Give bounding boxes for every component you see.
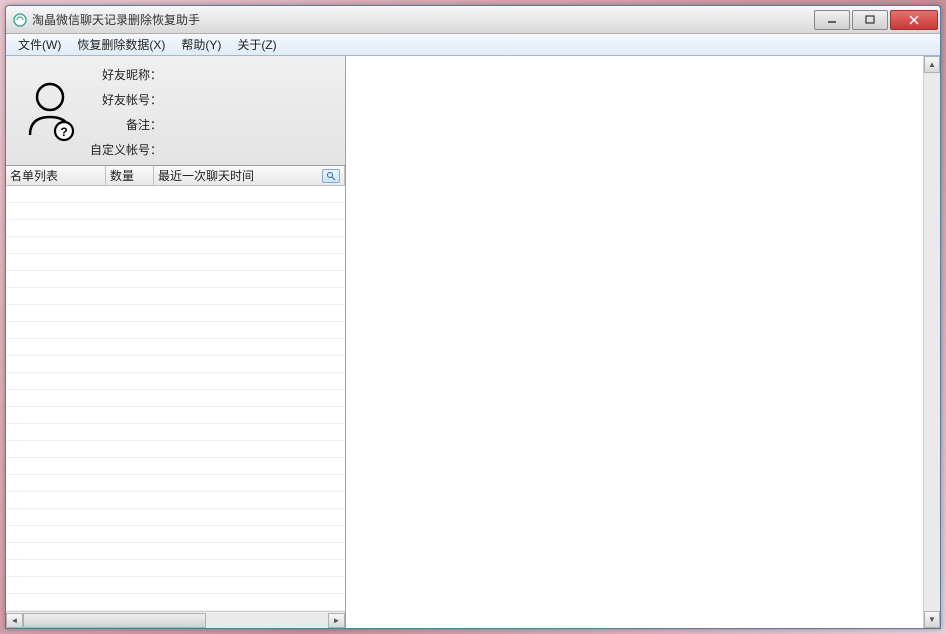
custom-account-label: 自定义帐号：	[90, 141, 162, 158]
horizontal-scrollbar[interactable]: ◄ ►	[6, 611, 345, 628]
menu-file[interactable]: 文件(W)	[10, 34, 69, 55]
vertical-scrollbar[interactable]: ▲ ▼	[923, 56, 940, 628]
table-row	[6, 475, 345, 492]
table-row	[6, 560, 345, 577]
info-fields: 好友昵称： 好友帐号： 备注： 自定义帐号：	[90, 64, 341, 157]
table-row	[6, 220, 345, 237]
titlebar: 淘晶微信聊天记录删除恢复助手	[6, 6, 940, 34]
table-row	[6, 407, 345, 424]
table-row	[6, 543, 345, 560]
info-nickname: 好友昵称：	[90, 66, 341, 83]
table-row	[6, 186, 345, 203]
window-title: 淘晶微信聊天记录删除恢复助手	[32, 11, 812, 28]
table-row	[6, 203, 345, 220]
maximize-button[interactable]	[852, 10, 888, 30]
scroll-track[interactable]	[924, 73, 940, 611]
scroll-right-button[interactable]: ►	[328, 613, 345, 628]
table-row	[6, 322, 345, 339]
table-row	[6, 492, 345, 509]
table-row	[6, 390, 345, 407]
column-name-list[interactable]: 名单列表	[6, 166, 106, 185]
table-body[interactable]	[6, 186, 345, 611]
table-row	[6, 356, 345, 373]
table-row	[6, 288, 345, 305]
account-label: 好友帐号：	[90, 91, 162, 108]
avatar: ?	[10, 64, 90, 157]
table-row	[6, 373, 345, 390]
table-row	[6, 339, 345, 356]
table-row	[6, 424, 345, 441]
table-row	[6, 237, 345, 254]
scroll-up-button[interactable]: ▲	[924, 56, 940, 73]
chat-content-area	[346, 56, 923, 628]
left-panel: ? 好友昵称： 好友帐号： 备注：	[6, 56, 346, 628]
app-window: 淘晶微信聊天记录删除恢复助手 文件(W) 恢复删除数据(X) 帮助(Y) 关于(…	[5, 5, 941, 629]
menu-help[interactable]: 帮助(Y)	[173, 34, 229, 55]
minimize-button[interactable]	[814, 10, 850, 30]
search-icon[interactable]	[322, 169, 340, 183]
info-remark: 备注：	[90, 116, 341, 133]
table-row	[6, 594, 345, 611]
remark-label: 备注：	[90, 116, 162, 133]
menu-about[interactable]: 关于(Z)	[229, 34, 284, 55]
table-row	[6, 254, 345, 271]
table-row	[6, 271, 345, 288]
info-panel: ? 好友昵称： 好友帐号： 备注：	[6, 56, 345, 166]
table-row	[6, 526, 345, 543]
table-row	[6, 458, 345, 475]
scroll-left-button[interactable]: ◄	[6, 613, 23, 628]
content-area: ? 好友昵称： 好友帐号： 备注：	[6, 56, 940, 628]
menubar: 文件(W) 恢复删除数据(X) 帮助(Y) 关于(Z)	[6, 34, 940, 56]
nickname-label: 好友昵称：	[90, 66, 162, 83]
scroll-down-button[interactable]: ▼	[924, 611, 940, 628]
close-button[interactable]	[890, 10, 938, 30]
table-row	[6, 305, 345, 322]
info-account: 好友帐号：	[90, 91, 341, 108]
column-last-chat[interactable]: 最近一次聊天时间	[154, 166, 345, 185]
scroll-track[interactable]	[23, 613, 328, 628]
window-controls	[812, 10, 938, 30]
menu-recover[interactable]: 恢复删除数据(X)	[69, 34, 173, 55]
table-row	[6, 509, 345, 526]
table-row	[6, 577, 345, 594]
table-header: 名单列表 数量 最近一次聊天时间	[6, 166, 345, 186]
scroll-thumb[interactable]	[23, 613, 206, 628]
table-row	[6, 441, 345, 458]
svg-text:?: ?	[60, 125, 67, 139]
column-count[interactable]: 数量	[106, 166, 154, 185]
right-panel: ▲ ▼	[346, 56, 940, 628]
info-custom-account: 自定义帐号：	[90, 141, 341, 158]
app-icon	[12, 12, 28, 28]
